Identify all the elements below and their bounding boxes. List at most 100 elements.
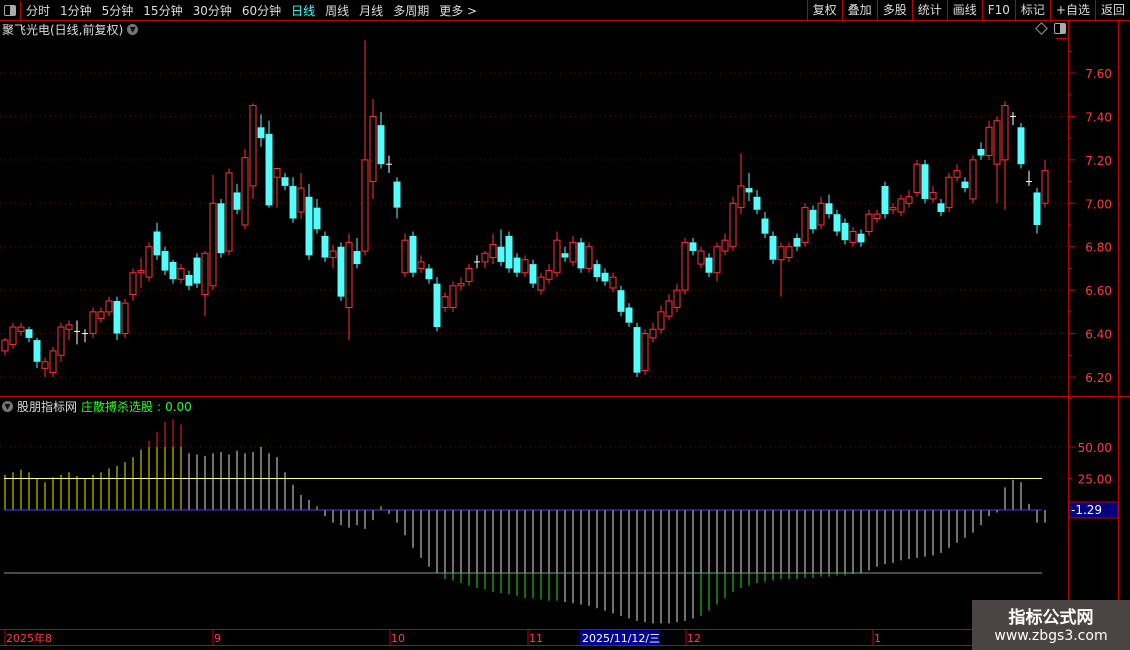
candle xyxy=(705,253,713,278)
date-label: 11 xyxy=(529,632,543,645)
candle-body xyxy=(737,185,745,209)
candle-body xyxy=(561,253,569,258)
candle xyxy=(737,153,745,215)
candle xyxy=(121,298,129,338)
candle xyxy=(305,183,313,260)
candle-body xyxy=(1041,170,1049,204)
candle-body xyxy=(33,340,41,362)
candle xyxy=(593,259,601,282)
candle xyxy=(729,196,737,252)
candle-body xyxy=(921,164,929,199)
candle-body xyxy=(569,241,577,263)
price-tick-label: 7.20 xyxy=(1085,154,1112,168)
watermark-url: www.zbgs3.com xyxy=(994,628,1108,644)
candle-body xyxy=(201,252,209,295)
candle xyxy=(249,103,257,199)
candle xyxy=(785,242,793,262)
candle xyxy=(145,242,153,282)
panel-icon[interactable] xyxy=(1054,23,1066,34)
candle-body xyxy=(57,326,65,356)
candle-body xyxy=(337,246,345,297)
candle xyxy=(577,238,585,273)
candle-body xyxy=(289,185,297,219)
diamond-icon[interactable] xyxy=(1035,22,1048,35)
candle-body xyxy=(409,235,417,273)
candle xyxy=(841,218,849,245)
candle xyxy=(401,233,409,278)
candle xyxy=(745,172,753,202)
price-tick-label: 7.40 xyxy=(1085,110,1112,124)
candle xyxy=(433,277,441,332)
price-tick-label: 6.80 xyxy=(1085,241,1112,255)
candle xyxy=(817,196,825,230)
candle xyxy=(17,322,25,336)
candle xyxy=(889,203,897,215)
candle-body xyxy=(65,324,73,330)
candle-body xyxy=(113,300,121,334)
candle xyxy=(97,307,105,323)
candle-body xyxy=(329,250,337,259)
indicator-colon: : xyxy=(157,399,162,414)
candle-body xyxy=(577,242,585,269)
candle-body xyxy=(897,198,905,213)
candle-body xyxy=(153,231,161,256)
candle-body xyxy=(993,120,1001,165)
candle xyxy=(857,229,865,247)
chevron-down-icon[interactable]: ▼ xyxy=(2,401,13,412)
candle xyxy=(569,235,577,267)
candle xyxy=(209,175,217,291)
candle-body xyxy=(225,172,233,252)
date-cursor-label: 2025/11/12/三 xyxy=(582,632,660,645)
candle-body xyxy=(9,326,17,345)
candle xyxy=(945,172,953,212)
candle xyxy=(769,231,777,265)
chart-canvas[interactable]: 7.60 7.40 7.20 7.00 6.80 6.60 6.40 6.20 50.00 25.… xyxy=(0,0,1130,650)
candle-body xyxy=(89,311,97,335)
chevron-down-icon[interactable]: ▼ xyxy=(127,24,139,35)
candle xyxy=(225,168,233,256)
candle xyxy=(193,253,201,288)
indicator-name: 庄散搏杀选股 xyxy=(81,400,154,414)
date-label: 1 xyxy=(874,632,881,645)
candle xyxy=(441,292,449,312)
candle-body xyxy=(585,246,593,269)
candle-body xyxy=(265,133,273,206)
candle-body xyxy=(369,115,377,183)
candle xyxy=(281,172,289,191)
candle xyxy=(289,177,297,223)
candle xyxy=(809,205,817,234)
candle-body xyxy=(505,235,513,269)
date-label: 9 xyxy=(214,632,221,645)
candle-body xyxy=(209,202,217,287)
candle xyxy=(529,259,537,288)
candle xyxy=(33,337,41,369)
candle-body xyxy=(977,148,985,156)
candle xyxy=(937,198,945,217)
candle-body xyxy=(121,302,129,335)
candle-body xyxy=(1017,127,1025,165)
candle-body xyxy=(257,127,265,139)
candle xyxy=(905,190,913,208)
candle xyxy=(353,238,361,269)
candle-body xyxy=(689,242,697,252)
candle-body xyxy=(913,163,921,193)
candle xyxy=(913,159,921,197)
price-tick-label: 6.60 xyxy=(1085,284,1112,298)
candle xyxy=(273,168,281,208)
candle-body xyxy=(769,235,777,260)
candle xyxy=(513,253,521,278)
candle xyxy=(1041,159,1049,208)
candle xyxy=(241,148,249,230)
candle xyxy=(489,233,497,265)
candle-body xyxy=(361,159,369,252)
price-tick-label: 7.60 xyxy=(1085,67,1112,81)
candle xyxy=(185,270,193,291)
candle-body xyxy=(513,257,521,273)
candle xyxy=(74,320,80,345)
candle xyxy=(369,99,377,199)
candle-body xyxy=(345,241,353,309)
date-label: 12 xyxy=(687,632,701,645)
chart-title-bar: 聚飞光电(日线,前复权) ▼ xyxy=(2,21,139,38)
candle xyxy=(161,246,169,275)
candle-body xyxy=(937,203,945,212)
